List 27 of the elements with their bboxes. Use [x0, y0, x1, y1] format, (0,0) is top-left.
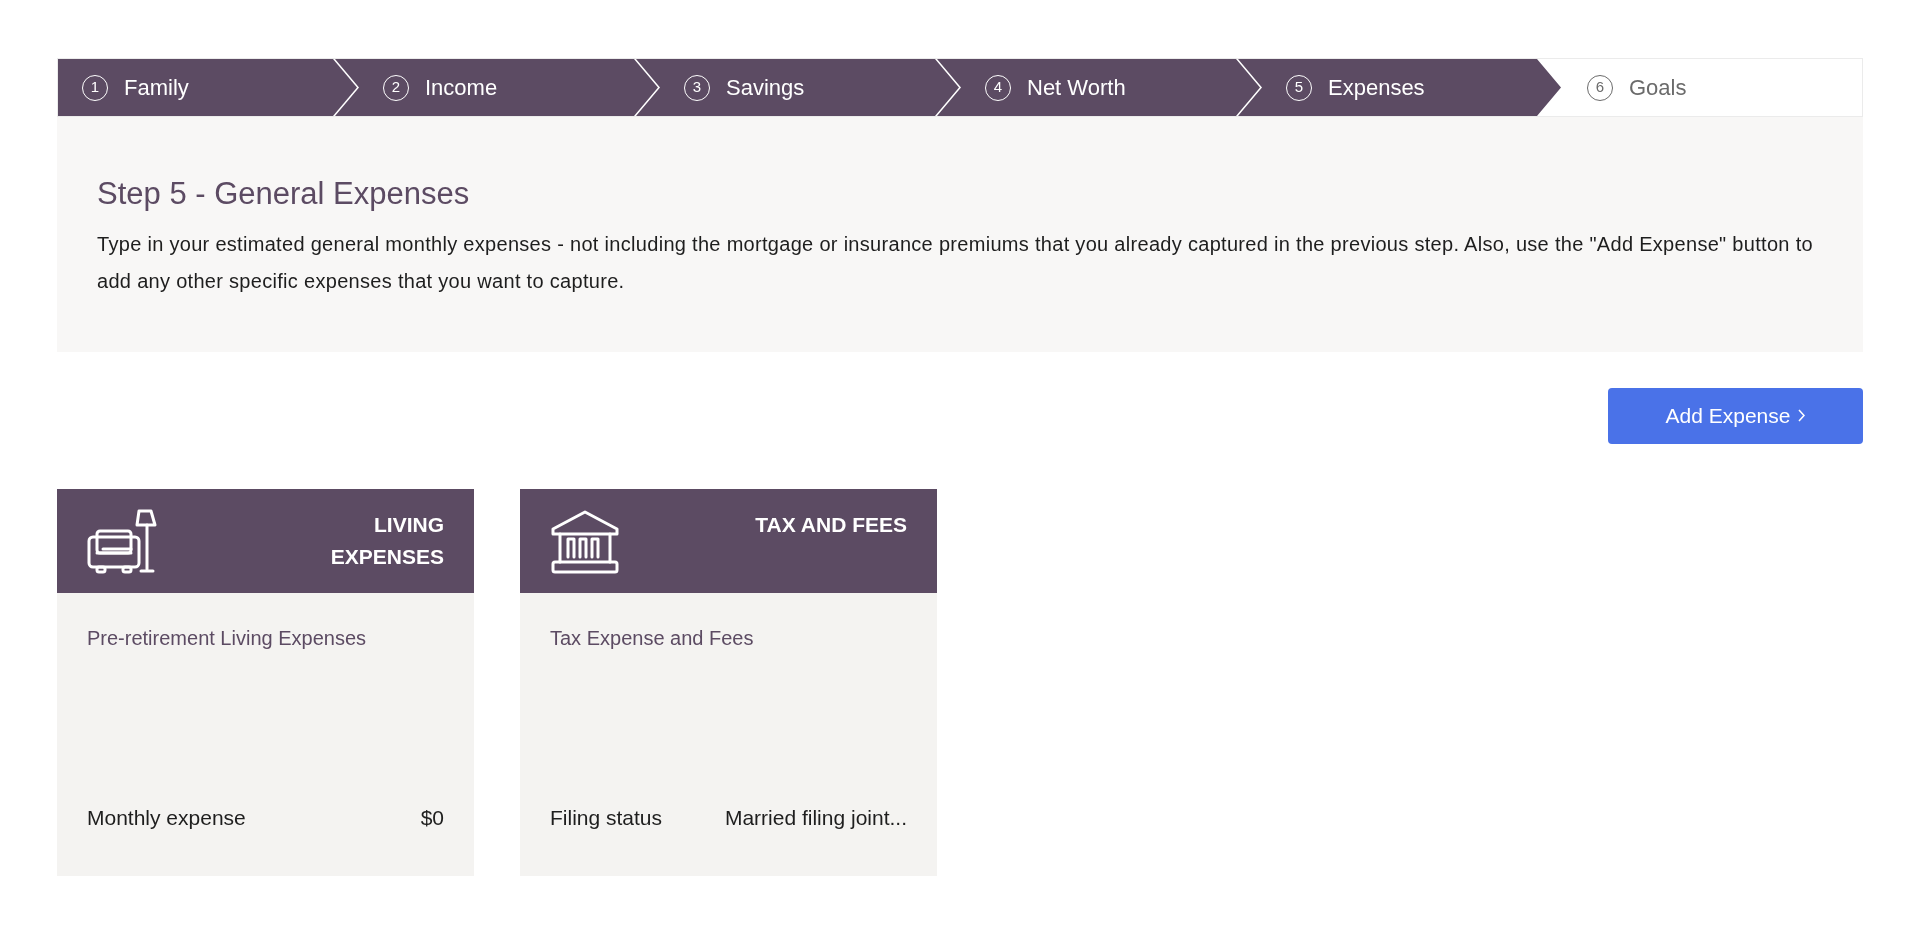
- card-subtitle: Pre-retirement Living Expenses: [86, 625, 367, 651]
- step-label: Family: [124, 74, 189, 102]
- step-tab[interactable]: 3 Savings: [636, 59, 959, 116]
- field-label: Monthly expense: [87, 805, 246, 832]
- field-value: $0: [420, 805, 444, 832]
- step-description: Type in your estimated general monthly expenses - not including the mortgage or insurance premiums that you already captured in the previous step. Also, use the "Add Expense" button to add any other specific expenses that you want to capture.: [97, 231, 1814, 294]
- step-label: Income: [425, 74, 498, 102]
- card-title: TAX AND FEES: [755, 511, 907, 538]
- sofa-and-lamp-icon: [87, 508, 157, 575]
- card-subtitle: Tax Expense and Fees: [549, 625, 755, 651]
- step-title: Step 5 - General Expenses: [97, 175, 471, 213]
- card-title: LIVING EXPENSES: [329, 511, 444, 570]
- field-value: Married filing joint...: [724, 805, 907, 832]
- step-tab[interactable]: 4 Net Worth: [937, 59, 1260, 116]
- expense-card[interactable]: TAX AND FEES Tax Expense and Fees Filing status Married filing joint...: [520, 488, 937, 876]
- expense-card[interactable]: LIVING EXPENSES Pre-retirement Living Expenses Monthly expense $0: [57, 488, 474, 876]
- add-expense-button[interactable]: Add Expense: [1608, 387, 1863, 444]
- step-label: Goals: [1629, 74, 1687, 102]
- step-tab[interactable]: 5 Expenses: [1238, 59, 1561, 116]
- step-tab[interactable]: 2 Income: [335, 59, 658, 116]
- step-label: Expenses: [1328, 74, 1425, 102]
- step-label: Net Worth: [1027, 74, 1126, 102]
- chevron-right-icon: [1798, 409, 1806, 423]
- field-label: Filing status: [550, 805, 663, 832]
- step-tab[interactable]: 1 Family: [58, 59, 357, 116]
- building-icon: [550, 508, 620, 575]
- step-label: Savings: [726, 74, 805, 102]
